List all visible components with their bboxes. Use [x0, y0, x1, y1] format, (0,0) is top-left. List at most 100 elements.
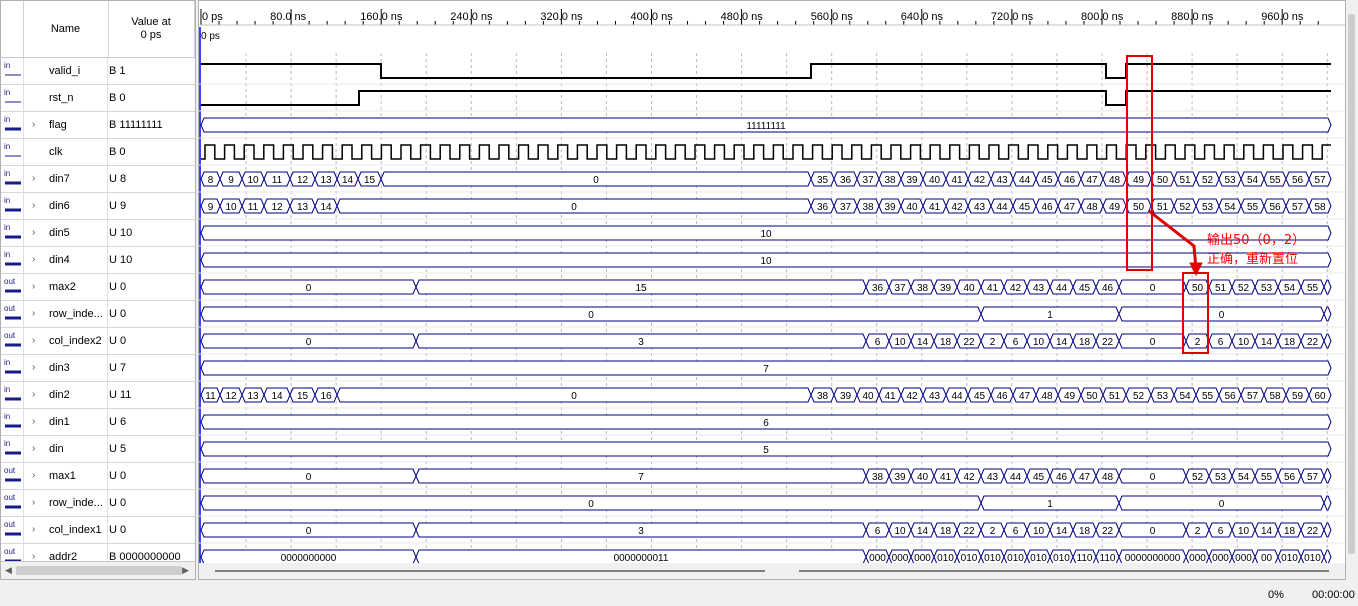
row_index1-bus-value: 0 [588, 499, 594, 510]
port-direction-label: out [4, 493, 16, 502]
addr2-bus-value: 000 [892, 553, 909, 564]
din6-bus-value: 45 [1019, 202, 1031, 213]
signal-row[interactable]: in valid_i B 1 [1, 58, 195, 85]
signal-name: col_index2 [49, 335, 102, 347]
expand-chevron-icon[interactable]: › [32, 254, 40, 266]
row_index1-bus-segment [1323, 495, 1332, 511]
signal-value: U 10 [109, 227, 133, 239]
signal-row[interactable]: out › row_inde... U 0 [1, 490, 195, 517]
cursor-time-label: 0 ps [201, 31, 220, 42]
addr2-bus-segment [1323, 549, 1332, 565]
din7-bus-value: 48 [1109, 175, 1121, 186]
expand-chevron-icon[interactable]: › [32, 497, 40, 509]
din5-bus-value: 10 [760, 229, 772, 240]
col_index1-bus-value: 2 [1195, 526, 1201, 537]
expand-chevron-icon[interactable]: › [32, 524, 40, 536]
signal-row[interactable]: in › din2 U 11 [1, 382, 195, 409]
signal-row[interactable]: out › col_index2 U 0 [1, 328, 195, 355]
din7-bus-value: 44 [1019, 175, 1031, 186]
col_index2-bus-value: 0 [1150, 337, 1156, 348]
port-direction-label: out [4, 520, 16, 529]
max2-bus-value: 41 [987, 283, 999, 294]
signal-name: din5 [49, 227, 70, 239]
signal-value: U 5 [109, 443, 127, 455]
din6-bus-value: 46 [1041, 202, 1053, 213]
expand-chevron-icon[interactable]: › [32, 416, 40, 428]
expand-chevron-icon[interactable]: › [32, 443, 40, 455]
signal-value: U 9 [109, 200, 127, 212]
row_index2-bus-segment [1323, 306, 1332, 322]
expand-chevron-icon[interactable]: › [32, 308, 40, 320]
timeline-tick-label: 640.0 ns [901, 11, 944, 23]
din2-bus-value: 38 [817, 391, 829, 402]
max1-bus-value: 44 [1010, 472, 1022, 483]
col_index2-bus-value: 18 [1284, 337, 1296, 348]
signal-row[interactable]: in › flag B 11111111 [1, 112, 195, 139]
din2-bus-value: 44 [951, 391, 963, 402]
scrollbar-thumb[interactable] [16, 566, 182, 575]
value-column-header[interactable]: Value at 0 ps [108, 1, 195, 57]
max1-bus-value: 43 [987, 472, 999, 483]
col_index2-bus-value: 6 [875, 337, 881, 348]
signal-row[interactable]: in › din5 U 10 [1, 220, 195, 247]
signal-value: B 0 [109, 92, 126, 104]
signal-name: rst_n [49, 92, 74, 104]
signal-row[interactable]: in › din3 U 7 [1, 355, 195, 382]
input-port-icon: in [4, 169, 22, 189]
timeline-tick-label: 480.0 ns [721, 11, 764, 23]
expand-chevron-icon[interactable]: › [32, 227, 40, 239]
waveform-canvas[interactable]: 0 ps 80.0 ns 160.0 ns 240.0 ns 320.0 ns 400.0… [199, 1, 1345, 579]
din6-bus-value: 57 [1292, 202, 1304, 213]
signal-row[interactable]: in › din6 U 9 [1, 193, 195, 220]
waveform-panel[interactable]: 0 ps 80.0 ns 160.0 ns 240.0 ns 320.0 ns 400.0… [198, 0, 1346, 580]
signal-row[interactable]: out › col_index1 U 0 [1, 517, 195, 544]
addr2-bus-value: 010 [984, 553, 1001, 564]
signal-value: U 6 [109, 416, 127, 428]
din7-bus-value: 54 [1247, 175, 1259, 186]
signal-row[interactable]: in › din7 U 8 [1, 166, 195, 193]
din2-bus-value: 53 [1157, 391, 1169, 402]
timeline-tick-label: 240.0 ns [450, 11, 493, 23]
name-column-header[interactable]: Name [23, 1, 109, 57]
signal-row[interactable]: in › din1 U 6 [1, 409, 195, 436]
din6-bus-value: 49 [1109, 202, 1121, 213]
scroll-right-icon[interactable]: ▶ [182, 565, 189, 576]
signal-row[interactable]: out › max2 U 0 [1, 274, 195, 301]
din7-bus-value: 45 [1041, 175, 1053, 186]
horizontal-scrollbar-names[interactable]: ◀ ▶ [1, 561, 195, 579]
valid_i-waveform [201, 63, 1331, 79]
expand-chevron-icon[interactable]: › [32, 200, 40, 212]
scroll-left-icon[interactable]: ◀ [5, 565, 12, 576]
header-icon-column [1, 1, 24, 57]
din2-bus-value: 14 [271, 391, 283, 402]
vertical-scrollbar[interactable] [1346, 0, 1358, 580]
expand-chevron-icon[interactable]: › [32, 470, 40, 482]
signal-row[interactable]: out › max1 U 0 [1, 463, 195, 490]
din2-bus-value: 55 [1202, 391, 1214, 402]
row_index2-bus-value: 1 [1047, 310, 1053, 321]
expand-chevron-icon[interactable]: › [32, 281, 40, 293]
signal-value: U 0 [109, 335, 127, 347]
scrollbar-thumb[interactable] [1348, 14, 1355, 554]
expand-chevron-icon[interactable]: › [32, 389, 40, 401]
expand-chevron-icon[interactable]: › [32, 362, 40, 374]
expand-chevron-icon[interactable]: › [32, 335, 40, 347]
col_index2-bus-value: 22 [963, 337, 975, 348]
signal-name: din2 [49, 389, 70, 401]
input-port-icon: in [4, 439, 22, 459]
col_index1-bus-value: 6 [1013, 526, 1019, 537]
expand-chevron-icon[interactable]: › [32, 173, 40, 185]
signal-row[interactable]: in › din U 5 [1, 436, 195, 463]
signal-row[interactable]: out › row_inde... U 0 [1, 301, 195, 328]
din2-bus-value: 50 [1086, 391, 1098, 402]
signal-row[interactable]: in › din4 U 10 [1, 247, 195, 274]
max1-bus-value: 54 [1238, 472, 1250, 483]
din7-bus-value: 51 [1179, 175, 1191, 186]
col_index1-bus-value: 10 [1033, 526, 1045, 537]
signal-row[interactable]: in clk B 0 [1, 139, 195, 166]
signal-row[interactable]: in rst_n B 0 [1, 85, 195, 112]
input-port-icon: in [4, 223, 22, 243]
port-direction-label: in [4, 88, 11, 97]
expand-chevron-icon[interactable]: › [32, 119, 40, 131]
din6-bus-value: 11 [248, 202, 259, 213]
